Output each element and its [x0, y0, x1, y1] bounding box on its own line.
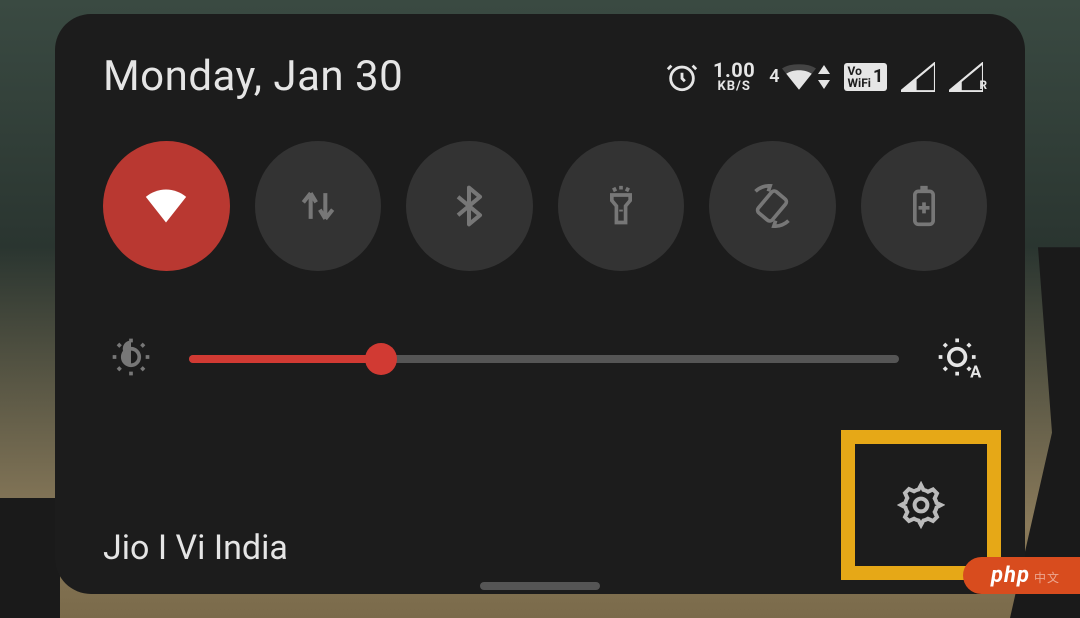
wifi-status-icon: 4: [769, 64, 829, 90]
brightness-row: A: [103, 333, 987, 385]
footer-row: Jio I Vi India: [103, 528, 987, 568]
wifi-tile[interactable]: [103, 141, 230, 271]
bluetooth-tile[interactable]: [406, 141, 533, 271]
auto-rotate-tile[interactable]: [709, 141, 836, 271]
signal-sim1-icon: [901, 62, 935, 92]
gear-icon: [897, 481, 945, 529]
brightness-thumb[interactable]: [365, 343, 397, 375]
svg-text:A: A: [970, 363, 982, 381]
panel-drag-handle[interactable]: [480, 582, 600, 590]
carrier-text: Jio I Vi India: [103, 528, 288, 568]
signal-sim2-icon: R: [949, 62, 987, 92]
quick-settings-panel: Monday, Jan 30 1.00 KB/S 4 Vo WiFi 1: [55, 14, 1025, 594]
auto-brightness-icon[interactable]: A: [935, 333, 983, 385]
mobile-data-tile[interactable]: [255, 141, 382, 271]
watermark-badge: php: [963, 557, 1080, 594]
date-text: Monday, Jan 30: [103, 52, 403, 101]
brightness-slider[interactable]: [189, 343, 899, 375]
brightness-fill: [189, 355, 381, 363]
status-bar: Monday, Jan 30 1.00 KB/S 4 Vo WiFi 1: [103, 52, 987, 101]
quick-settings-tiles: [103, 141, 987, 271]
network-speed-indicator: 1.00 KB/S: [713, 60, 755, 93]
alarm-icon: [665, 60, 699, 94]
status-icons: 1.00 KB/S 4 Vo WiFi 1 R: [665, 60, 987, 94]
brightness-low-icon: [109, 335, 153, 383]
flashlight-tile[interactable]: [558, 141, 685, 271]
vowifi-indicator: Vo WiFi 1: [844, 63, 888, 91]
battery-saver-tile[interactable]: [861, 141, 988, 271]
